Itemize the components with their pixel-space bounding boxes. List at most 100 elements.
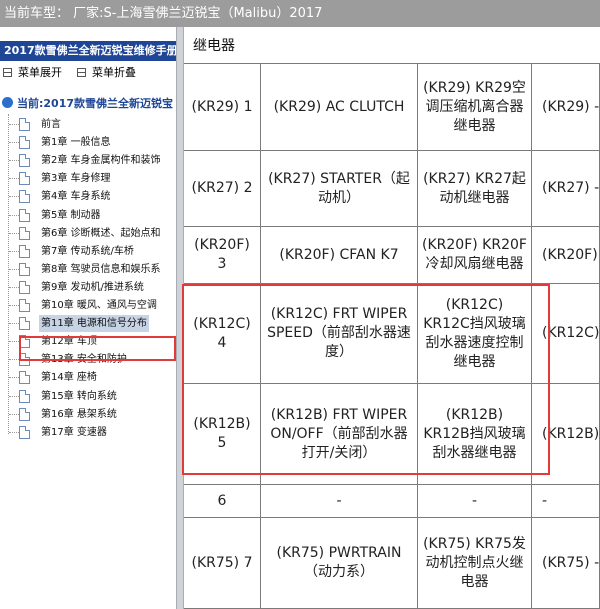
document-icon [19, 226, 30, 240]
table-cell: (KR29) AC CLUTCH [261, 64, 418, 151]
tree-item[interactable]: 第9章 发动机/推进系统 [0, 279, 176, 296]
tree-item-label: 第11章 电源和信号分布 [39, 315, 149, 333]
tree-item-label: 第5章 制动器 [41, 209, 101, 221]
document-icon [19, 118, 30, 131]
tree-branch [9, 359, 19, 361]
expand-menu-button[interactable]: 菜单展开 [3, 65, 62, 81]
tree-branch [9, 124, 19, 125]
table-cell: - [532, 485, 600, 518]
window-title-bar: 当前车型： 厂家:S-上海雪佛兰迈锐宝（Malibu）2017 [0, 0, 600, 27]
tree-item[interactable]: 第5章 制动器 [0, 207, 176, 224]
tree-item-label: 第14章 座椅 [41, 372, 97, 384]
document-icon [19, 208, 30, 222]
document-icon [19, 317, 30, 331]
table-cell: (KR75) PWRTRAIN（动力系） [261, 518, 418, 609]
tree-item-label: 第9章 发动机/推进系统 [41, 281, 144, 293]
table-cell: - [261, 485, 418, 518]
tree-item-label: 第2章 车身金属构件和装饰 [41, 155, 161, 167]
tree-item[interactable]: 第3章 车身修理 [0, 170, 176, 187]
table-cell: (KR27) - [532, 151, 600, 227]
tree-item[interactable]: 第7章 传动系统/车桥 [0, 243, 176, 260]
tree-item[interactable]: 第14章 座椅 [0, 369, 176, 386]
table-cell: (KR20F) - [532, 227, 600, 284]
tree-item-label: 第10章 暖风、通风与空调 [41, 300, 157, 311]
table-cell: (KR75) KR75发动机控制点火继电器 [418, 518, 532, 609]
tree-branch [9, 142, 19, 144]
tree-item[interactable]: 第15章 转向系统 [0, 388, 176, 405]
tree-branch [9, 286, 19, 288]
table-cell: (KR27) 2 [184, 151, 261, 227]
highlight-box-selected-chapter [19, 336, 176, 361]
document-icon [19, 190, 30, 204]
tree-item[interactable]: 第16章 悬架系统 [0, 406, 176, 423]
table-cell: (KR29) 1 [184, 64, 261, 151]
tree-item-label: 第8章 驾驶员信息和娱乐系 [41, 263, 161, 275]
tree-item-label: 第16章 悬架系统 [41, 408, 117, 420]
document-icon [19, 244, 30, 258]
table-cell: (KR75) - [532, 518, 600, 609]
expand-icon [3, 68, 12, 77]
section-heading: 继电器 [193, 38, 235, 54]
tree-item-label: 第1章 一般信息 [41, 137, 111, 149]
tree-branch [9, 250, 19, 252]
tree-item[interactable]: 第6章 诊断概述、起始点和 [0, 225, 176, 242]
tree-item[interactable]: 第4章 车身系统 [0, 188, 176, 205]
tree-branch [9, 268, 19, 270]
document-icon [19, 425, 30, 439]
document-icon [19, 407, 30, 421]
tree-branch [9, 395, 19, 397]
tree-item-label: 第3章 车身修理 [41, 173, 111, 185]
tree-branch [9, 178, 19, 180]
table-cell: (KR29) - [532, 64, 600, 151]
table-row: 6--- [184, 485, 600, 518]
tree-branch [9, 377, 19, 379]
table-cell: (KR20F) 3 [184, 227, 261, 284]
tree-branch [9, 305, 19, 306]
document-icon [19, 154, 30, 168]
tree-item[interactable]: 前言 [0, 116, 176, 133]
collapse-icon [77, 68, 86, 77]
tree-root[interactable]: 当前:2017款雪佛兰全新迈锐宝 [2, 96, 173, 112]
globe-icon [2, 97, 13, 108]
tree-item[interactable]: 第10章 暖风、通风与空调 [0, 297, 176, 314]
table-row: (KR27) 2 (KR27) STARTER（起动机） (KR27) KR27起动… [184, 151, 600, 227]
document-icon [19, 172, 30, 186]
table-row: (KR75) 7 (KR75) PWRTRAIN（动力系） (KR75) KR75发… [184, 518, 600, 609]
document-icon [19, 280, 30, 294]
table-cell: (KR20F) KR20F冷却风扇继电器 [418, 227, 532, 284]
tree-branch [9, 196, 19, 198]
tree-branch [9, 431, 19, 433]
tree-item[interactable]: 第17章 变速器 [0, 424, 176, 441]
tree-item-label: 第6章 诊断概述、起始点和 [41, 227, 161, 239]
table-cell: - [418, 485, 532, 518]
collapse-menu-button[interactable]: 菜单折叠 [77, 65, 136, 81]
tree-item[interactable]: 第11章 电源和信号分布 [0, 315, 176, 333]
table-row: (KR20F) 3 (KR20F) CFAN K7 (KR20F) KR20F冷却风… [184, 227, 600, 284]
sidebar-header: 2017款雪佛兰全新迈锐宝维修手册 [0, 41, 176, 61]
highlight-box-wiper-relays [182, 284, 550, 475]
table-row: (KR29) 1 (KR29) AC CLUTCH (KR29) KR29空调压缩机… [184, 63, 600, 151]
table-cell: (KR27) STARTER（起动机） [261, 151, 418, 227]
tree-branch [9, 160, 19, 162]
document-icon [19, 262, 30, 276]
tree-branch [9, 214, 19, 216]
tree-branch [9, 323, 19, 325]
tree-item[interactable]: 第8章 驾驶员信息和娱乐系 [0, 261, 176, 278]
tree-branch [9, 341, 19, 343]
document-icon [19, 389, 30, 403]
tree-item-label: 第4章 车身系统 [41, 191, 111, 203]
tree-item-label: 前言 [41, 119, 61, 130]
tree-item-label: 第7章 传动系统/车桥 [41, 245, 134, 257]
table-cell: (KR75) 7 [184, 518, 261, 609]
tree-item-label: 第17章 变速器 [41, 426, 107, 438]
document-icon [19, 299, 30, 312]
tree-item[interactable]: 第2章 车身金属构件和装饰 [0, 152, 176, 169]
tree-item-label: 第15章 转向系统 [41, 390, 117, 402]
document-icon [19, 371, 30, 385]
tree-branch [9, 232, 19, 234]
sidebar-toolbar: 菜单展开 菜单折叠 [0, 65, 176, 81]
table-cell: (KR27) KR27起动机继电器 [418, 151, 532, 227]
sidebar: 2017款雪佛兰全新迈锐宝维修手册 菜单展开 菜单折叠 当前:2017款雪佛兰全… [0, 27, 176, 609]
table-cell: (KR20F) CFAN K7 [261, 227, 418, 284]
tree-item[interactable]: 第1章 一般信息 [0, 134, 176, 151]
